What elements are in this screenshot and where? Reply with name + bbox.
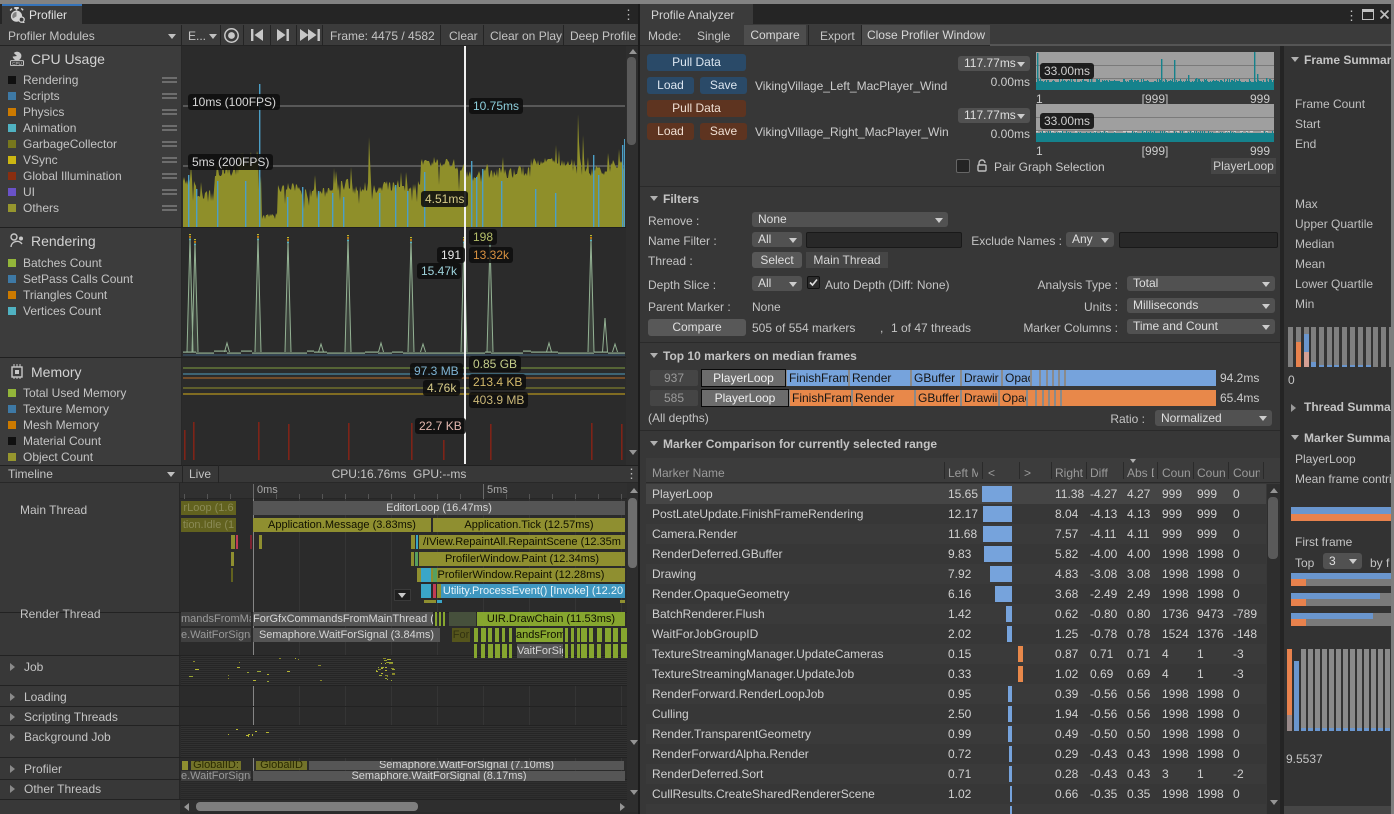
- svg-text:CPU: CPU: [12, 61, 22, 66]
